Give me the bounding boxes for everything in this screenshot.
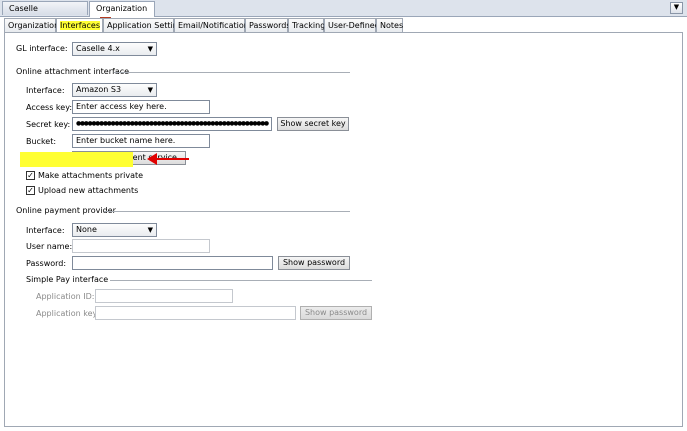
tab-label: User-Defined	[328, 21, 380, 30]
simple-pay-section-title: Simple Pay interface	[26, 275, 109, 284]
tab-user-defined[interactable]: User-Defined	[324, 18, 380, 32]
username-field[interactable]	[72, 239, 210, 253]
tab-label: Interfaces	[60, 21, 100, 30]
red-arrow-icon	[147, 153, 189, 165]
tab-label: Notes	[380, 21, 404, 30]
attachment-section-title: Online attachment interface	[16, 67, 130, 76]
attachment-interface-value: Amazon S3	[76, 85, 122, 94]
attachment-interface-select[interactable]: Amazon S3 ▼	[72, 83, 157, 97]
tab-application-settings[interactable]: Application Settings	[103, 18, 187, 32]
application-key-field[interactable]	[95, 306, 296, 320]
section-divider	[110, 280, 372, 281]
access-key-label: Access key:	[26, 103, 73, 112]
simple-pay-show-password-button[interactable]: Show password	[300, 306, 372, 320]
checkmark-icon: ✓	[27, 186, 34, 195]
application-id-label: Application ID:	[36, 292, 95, 301]
make-attachments-private-label: Make attachments private	[38, 171, 144, 180]
show-secret-key-button[interactable]: Show secret key	[277, 117, 349, 131]
tab-label: Tracking	[292, 21, 326, 30]
payment-interface-value: None	[76, 225, 97, 234]
tab-email-notifications[interactable]: Email/Notifications	[174, 18, 253, 32]
tab-passwords[interactable]: Passwords	[245, 18, 291, 32]
payment-interface-label: Interface:	[26, 226, 65, 235]
chevron-down-icon: ▼	[147, 226, 153, 234]
secret-key-field[interactable]: ●●●●●●●●●●●●●●●●●●●●●●●●●●●●●●●●●●●●●●●●…	[72, 117, 272, 131]
tab-interfaces[interactable]: Interfaces	[56, 18, 103, 32]
tab-tracking[interactable]: Tracking	[288, 18, 326, 32]
section-divider	[104, 211, 350, 212]
section-divider	[114, 72, 350, 73]
gl-interface-label: GL interface:	[16, 44, 68, 53]
payment-interface-select[interactable]: None ▼	[72, 223, 157, 237]
username-label: User name:	[26, 242, 73, 251]
upload-new-attachments-checkbox[interactable]: ✓	[26, 186, 35, 195]
tab-label: Passwords	[249, 21, 291, 30]
upload-highlight	[20, 152, 133, 167]
doc-tab-organization-label: Organization	[96, 4, 148, 13]
tab-label: Organization	[8, 21, 60, 30]
make-attachments-private-checkbox[interactable]: ✓	[26, 171, 35, 180]
payment-section-title: Online payment provider	[16, 206, 116, 215]
chevron-down-icon: ▼	[147, 86, 153, 94]
upload-new-attachments-label: Upload new attachments	[38, 186, 139, 195]
application-key-label: Application key:	[36, 309, 100, 318]
tab-notes[interactable]: Notes	[376, 18, 403, 32]
doc-tab-organization[interactable]: Organization×	[89, 1, 155, 28]
document-tab-bar: Caselle Connect® Organization× ▼	[0, 0, 687, 28]
chevron-down-icon[interactable]: ▼	[670, 2, 683, 14]
tab-label: Email/Notifications	[178, 21, 253, 30]
show-password-button[interactable]: Show password	[278, 256, 350, 270]
secret-key-label: Secret key:	[26, 120, 71, 129]
password-field[interactable]	[72, 256, 273, 270]
gl-interface-value: Caselle 4.x	[76, 44, 120, 53]
access-key-field[interactable]: Enter access key here.	[72, 100, 210, 114]
doc-tab-caselle-connect[interactable]: Caselle Connect®	[2, 1, 88, 27]
attachment-interface-label: Interface:	[26, 86, 65, 95]
bucket-field[interactable]: Enter bucket name here.	[72, 134, 210, 148]
checkmark-icon: ✓	[27, 171, 34, 180]
chevron-down-icon: ▼	[147, 45, 153, 53]
application-id-field[interactable]	[95, 289, 233, 303]
bucket-label: Bucket:	[26, 137, 57, 146]
gl-interface-select[interactable]: Caselle 4.x ▼	[72, 42, 157, 56]
password-label: Password:	[26, 259, 67, 268]
tab-organization[interactable]: Organization	[4, 18, 60, 32]
